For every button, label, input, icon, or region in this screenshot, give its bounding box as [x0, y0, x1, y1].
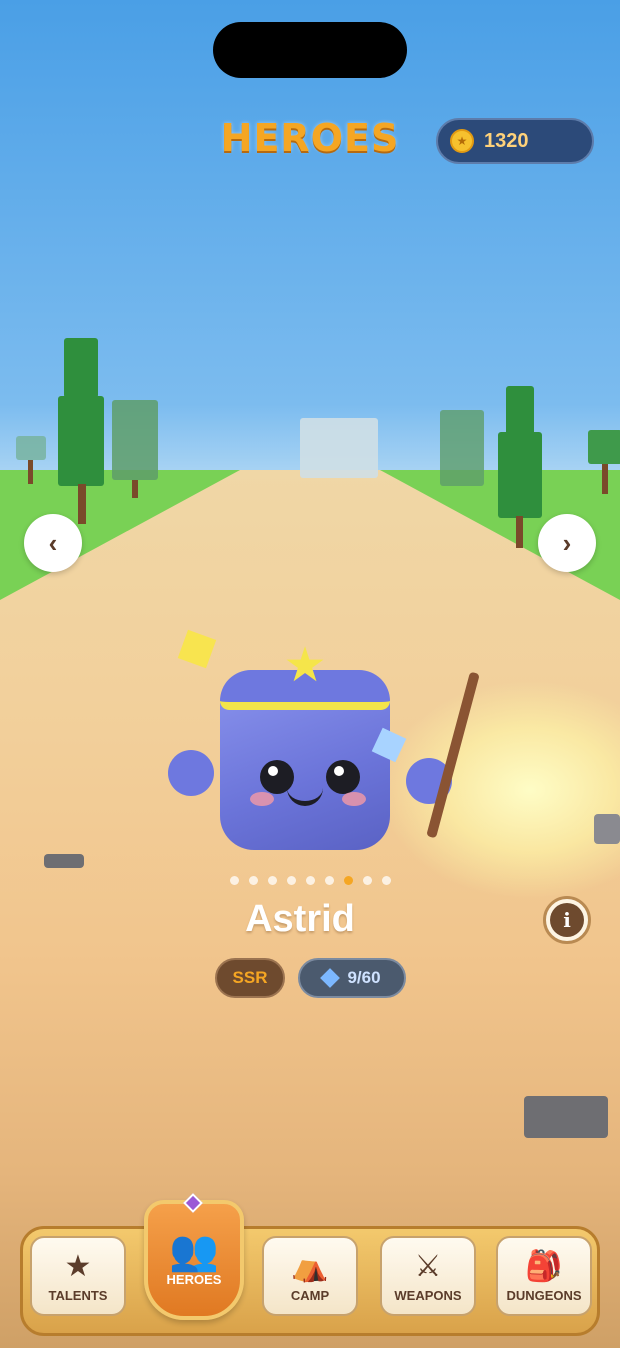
star-icon: ★ — [64, 1249, 92, 1283]
page-title: HEROES — [220, 116, 400, 160]
hero-info-button[interactable]: i — [543, 896, 591, 944]
tab-label: CAMP — [290, 1287, 330, 1303]
rock — [594, 814, 620, 844]
rarity-badge: SSR — [215, 958, 285, 998]
tab-label: DUNGEONS — [506, 1287, 582, 1303]
shard-count: 9/60 — [347, 968, 381, 987]
page-dot[interactable] — [363, 876, 372, 885]
tab-dungeons[interactable]: 🎒 DUNGEONS — [496, 1236, 592, 1316]
info-icon: i — [550, 903, 584, 937]
page-dot[interactable] — [382, 876, 391, 885]
page-dot[interactable] — [287, 876, 296, 885]
tab-label: TALENTS — [48, 1287, 108, 1303]
prev-hero-button[interactable]: ‹ — [24, 514, 82, 572]
rock — [44, 854, 84, 868]
dynamic-island — [213, 22, 407, 78]
tab-label: WEAPONS — [394, 1287, 462, 1303]
hero-hand-left — [168, 750, 214, 796]
page-dot[interactable] — [230, 876, 239, 885]
tab-weapons[interactable]: ⚔ WEAPONS — [380, 1236, 476, 1316]
hero-cheek-right — [342, 792, 366, 806]
users-icon: 👥 — [169, 1228, 219, 1273]
hero-eye-right — [326, 760, 360, 794]
tab-heroes[interactable]: 👥 HEROES — [144, 1200, 244, 1320]
page-dot-active[interactable] — [344, 876, 353, 885]
hero-name: Astrid — [245, 898, 355, 940]
page-dot[interactable] — [325, 876, 334, 885]
hero-cheek-left — [250, 792, 274, 806]
tab-talents[interactable]: ★ TALENTS — [30, 1236, 126, 1316]
swords-icon: ⚔ — [414, 1249, 442, 1283]
rock — [524, 1096, 608, 1138]
coin-icon: ★ — [450, 129, 474, 153]
shard-progress-badge: 9/60 — [298, 958, 406, 998]
coin-value: 1320 — [484, 129, 529, 152]
carousel-indicator — [230, 876, 391, 885]
next-hero-button[interactable]: › — [538, 514, 596, 572]
tent-icon: ⛺ — [291, 1249, 329, 1283]
star-crown-icon: ★ — [283, 639, 327, 692]
shard-icon — [320, 968, 341, 988]
page-dot[interactable] — [306, 876, 315, 885]
game-scene: ★ — [0, 0, 620, 1348]
tab-camp[interactable]: ⛺ CAMP — [262, 1236, 358, 1316]
backpack-icon: 🎒 — [525, 1249, 563, 1283]
page-dot[interactable] — [268, 876, 277, 885]
tab-label: HEROES — [166, 1271, 222, 1287]
page-dot[interactable] — [249, 876, 258, 885]
hero-character[interactable]: ★ — [220, 642, 390, 850]
coin-counter[interactable]: ★ 1320 — [436, 118, 594, 164]
